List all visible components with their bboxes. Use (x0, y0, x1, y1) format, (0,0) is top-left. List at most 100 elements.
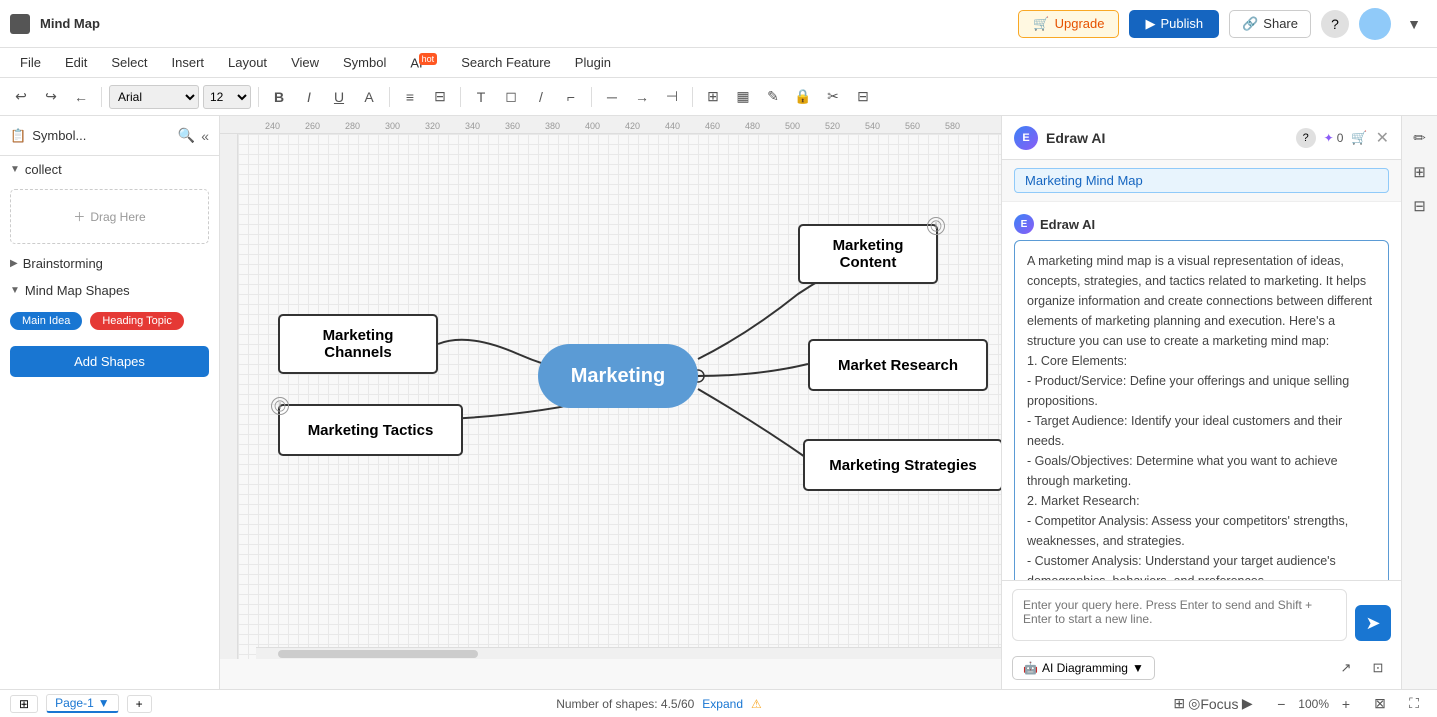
ai-panel-actions: ✦ 0 🛒 ✕ (1324, 128, 1389, 148)
italic-button[interactable]: I (296, 84, 322, 110)
section-collect[interactable]: ▼ collect (0, 156, 219, 183)
menu-view[interactable]: View (281, 52, 329, 73)
menu-file[interactable]: File (10, 52, 51, 73)
menu-select[interactable]: Select (101, 52, 157, 73)
ruler-horizontal: 240 260 280 300 320 340 360 380 400 420 … (220, 116, 1001, 134)
eraser-button[interactable]: ◻ (498, 84, 524, 110)
publish-button[interactable]: ▶ Publish (1129, 10, 1219, 38)
zoom-in-button[interactable]: + (1333, 691, 1359, 717)
ai-conversation[interactable]: E Edraw AI A marketing mind map is a vis… (1002, 202, 1401, 580)
ai-panel: E Edraw AI ? ✦ 0 🛒 ✕ Marketing Mind Map (1001, 116, 1401, 689)
right-grid-icon[interactable]: ⊟ (1406, 192, 1434, 220)
right-layout-icon[interactable]: ⊞ (1406, 158, 1434, 186)
ai-footer-icon-2[interactable]: ⊡ (1365, 655, 1391, 681)
line-style-button[interactable]: ─ (599, 84, 625, 110)
app-icon (10, 14, 30, 34)
horizontal-scrollbar[interactable] (256, 647, 1001, 659)
node-marketing-strategies[interactable]: Marketing Strategies (803, 439, 1001, 491)
current-page-button[interactable]: Page-1 ▼ (46, 694, 119, 713)
scissors-button[interactable]: ✂ (820, 84, 846, 110)
align-button[interactable]: ≡ (397, 84, 423, 110)
undo-button[interactable]: ↩ (8, 84, 34, 110)
scrollbar-thumb[interactable] (278, 650, 478, 658)
add-shapes-button[interactable]: Add Shapes (10, 346, 209, 377)
menu-layout[interactable]: Layout (218, 52, 277, 73)
toolbar-sep-6 (692, 87, 693, 107)
ai-send-button[interactable]: ➤ (1355, 605, 1391, 641)
page-view-button[interactable]: ⊞ (10, 695, 38, 713)
align2-button[interactable]: ⊟ (427, 84, 453, 110)
cart-icon[interactable]: 🛒 (1351, 130, 1367, 146)
line-end-button[interactable]: ⊣ (659, 84, 685, 110)
grid-button[interactable]: ⊟ (850, 84, 876, 110)
node-marketing-content[interactable]: Marketing Content ⓘ (798, 224, 938, 284)
right-edit-icon[interactable]: ✏ (1406, 124, 1434, 152)
edraw-ai-logo: E (1014, 126, 1038, 150)
section-brainstorming[interactable]: ▶ Brainstorming (0, 250, 219, 277)
toolbar-sep-3 (389, 87, 390, 107)
menu-plugin[interactable]: Plugin (565, 52, 621, 73)
bold-button[interactable]: B (266, 84, 292, 110)
menu-search-feature[interactable]: Search Feature (451, 52, 561, 73)
node-market-research[interactable]: Market Research (808, 339, 988, 391)
shape-edit-button[interactable]: ✎ (760, 84, 786, 110)
node-marketing-tactics[interactable]: ⓘ Marketing Tactics (278, 404, 463, 456)
app-title: Mind Map (40, 16, 100, 31)
redo-button[interactable]: ↪ (38, 84, 64, 110)
expand-label[interactable]: Expand (702, 697, 743, 711)
help-button[interactable]: ? (1321, 10, 1349, 38)
ruler-vertical (220, 134, 238, 659)
share-button[interactable]: 🔗 Share (1229, 10, 1311, 38)
zoom-out-button[interactable]: − (1268, 691, 1294, 717)
drag-here-box: ＋ Drag Here (10, 189, 209, 244)
focus-button[interactable]: ◎ Focus (1200, 691, 1226, 717)
font-family-select[interactable]: Arial (109, 85, 199, 109)
canvas[interactable]: Marketing Marketing Channels Marketing C… (238, 134, 1001, 659)
marketing-tactics-info-icon[interactable]: ⓘ (271, 397, 289, 415)
pen-button[interactable]: / (528, 84, 554, 110)
font-size-select[interactable]: 12 (203, 85, 251, 109)
connector-button[interactable]: ⌐ (558, 84, 584, 110)
node-marketing-channels[interactable]: Marketing Channels (278, 314, 438, 374)
fit-button[interactable]: ⊠ (1367, 691, 1393, 717)
font-color-button[interactable]: A (356, 84, 382, 110)
ai-footer-icon-1[interactable]: ↗ (1333, 655, 1359, 681)
canvas-area[interactable]: 240 260 280 300 320 340 360 380 400 420 … (220, 116, 1001, 689)
underline-button[interactable]: U (326, 84, 352, 110)
menu-edit[interactable]: Edit (55, 52, 97, 73)
menu-ai[interactable]: AIhot (400, 51, 447, 73)
back-button[interactable]: ← (68, 84, 94, 110)
add-page-button[interactable]: + (127, 695, 152, 713)
chip-main-idea[interactable]: Main Idea (10, 312, 82, 330)
ai-query-input[interactable] (1012, 589, 1347, 641)
ai-msg-name: Edraw AI (1040, 217, 1095, 232)
table-button[interactable]: ▦ (730, 84, 756, 110)
arrow-button[interactable]: → (629, 84, 655, 110)
section-brainstorming-label: Brainstorming (23, 256, 103, 271)
shapes-count-label: Number of shapes: 4.5/60 (556, 697, 694, 711)
ai-input-row: ➤ (1012, 589, 1391, 641)
ai-close-button[interactable]: ✕ (1376, 128, 1389, 148)
statusbar: ⊞ Page-1 ▼ + Number of shapes: 4.5/60 Ex… (0, 689, 1437, 717)
marketing-content-info-icon[interactable]: ⓘ (927, 217, 945, 235)
menu-insert[interactable]: Insert (162, 52, 215, 73)
playback-button[interactable]: ▶ (1234, 691, 1260, 717)
collapse-icon[interactable]: « (201, 128, 209, 144)
lock-button[interactable]: 🔒 (790, 84, 816, 110)
chip-heading-topic[interactable]: Heading Topic (90, 312, 184, 330)
panel-icon: 📋 (10, 128, 26, 144)
fullscreen-button[interactable]: ⛶ (1401, 691, 1427, 717)
more-button[interactable]: ▼ (1401, 11, 1427, 37)
ai-help-icon[interactable]: ? (1296, 128, 1316, 148)
text-tool-button[interactable]: T (468, 84, 494, 110)
ai-diagramming-button[interactable]: 🤖 AI Diagramming ▼ (1012, 656, 1155, 680)
central-node[interactable]: Marketing (538, 344, 698, 408)
avatar[interactable] (1359, 8, 1391, 40)
ai-hot-badge: hot (419, 53, 438, 65)
upgrade-button[interactable]: 🛒 Upgrade (1018, 10, 1119, 38)
focus-icon: ◎ (1188, 695, 1200, 712)
arrange-button[interactable]: ⊞ (700, 84, 726, 110)
section-mind-map-shapes[interactable]: ▼ Mind Map Shapes (0, 277, 219, 304)
search-icon[interactable]: 🔍 (178, 127, 195, 144)
menu-symbol[interactable]: Symbol (333, 52, 396, 73)
